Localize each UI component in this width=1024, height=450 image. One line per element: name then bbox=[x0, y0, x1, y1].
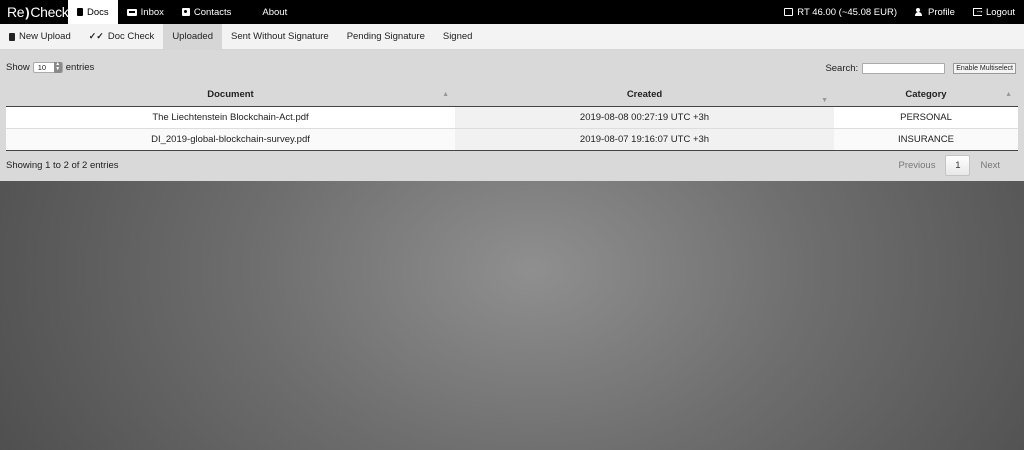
cell-created: 2019-08-08 00:27:19 UTC +3h bbox=[455, 107, 834, 128]
table-row[interactable]: The Liechtenstein Blockchain-Act.pdf 201… bbox=[6, 107, 1018, 129]
cell-document[interactable]: The Liechtenstein Blockchain-Act.pdf bbox=[6, 107, 455, 128]
entries-label: entries bbox=[65, 62, 95, 73]
column-label: Created bbox=[626, 89, 663, 100]
tab-label: Doc Check bbox=[107, 31, 155, 42]
nav-profile[interactable]: Profile bbox=[906, 0, 964, 24]
documents-panel: Show 10 ▲ ▼ entries Search: Enable Multis… bbox=[0, 50, 1024, 181]
previous-page-button[interactable]: Previous bbox=[888, 160, 945, 171]
logout-label: Logout bbox=[985, 6, 1015, 18]
tab-doc-check[interactable]: ✓✓ Doc Check bbox=[80, 24, 164, 49]
nav-contacts[interactable]: Contacts bbox=[173, 0, 241, 24]
cell-category: PERSONAL bbox=[834, 107, 1018, 128]
enable-multiselect-button[interactable]: Enable Multiselect bbox=[953, 63, 1016, 74]
tab-label: Signed bbox=[442, 31, 473, 42]
cell-created: 2019-08-07 19:16:07 UTC +3h bbox=[455, 129, 834, 150]
nav-inbox-label: Inbox bbox=[140, 6, 164, 18]
nav-docs-label: Docs bbox=[87, 6, 109, 18]
info-icon: i bbox=[249, 7, 259, 17]
sort-both-icon: ▲ bbox=[442, 91, 449, 98]
document-icon bbox=[9, 32, 15, 41]
contacts-icon bbox=[181, 8, 190, 16]
column-header-document[interactable]: Document ▲ bbox=[6, 83, 455, 106]
search-control: Search: Enable Multiselect bbox=[825, 63, 1016, 74]
cell-document[interactable]: DI_2019-global-blockchain-survey.pdf bbox=[6, 129, 455, 150]
balance-label: RT 46.00 (~45.08 EUR) bbox=[797, 6, 897, 18]
double-check-icon: ✓✓ bbox=[88, 31, 104, 41]
tab-label: Pending Signature bbox=[346, 31, 425, 42]
document-icon bbox=[77, 8, 83, 16]
page-number-button[interactable]: 1 bbox=[945, 155, 971, 176]
top-navbar: Re) Check Docs Inbox Contacts i About RT … bbox=[0, 0, 1024, 24]
search-input[interactable] bbox=[862, 63, 946, 74]
column-label: Document bbox=[207, 89, 254, 100]
nav-inbox[interactable]: Inbox bbox=[118, 0, 173, 24]
table-row[interactable]: DI_2019-global-blockchain-survey.pdf 201… bbox=[6, 129, 1018, 151]
page-length-value: 10 bbox=[37, 63, 47, 72]
logout-icon bbox=[972, 5, 984, 16]
tab-uploaded[interactable]: Uploaded bbox=[163, 24, 222, 49]
column-header-created[interactable]: Created ▼ bbox=[455, 83, 834, 106]
pagination: Previous 1 Next bbox=[888, 155, 1010, 176]
next-page-button[interactable]: Next bbox=[970, 160, 1010, 171]
column-label: Category bbox=[905, 89, 947, 100]
search-label: Search: bbox=[825, 63, 859, 74]
cell-category: INSURANCE bbox=[834, 129, 1018, 150]
nav-about[interactable]: i About bbox=[240, 0, 296, 24]
inbox-icon bbox=[126, 8, 137, 16]
tab-label: Uploaded bbox=[172, 31, 213, 42]
sort-both-icon: ▲ bbox=[1005, 91, 1012, 98]
page-length-control: Show 10 ▲ ▼ entries bbox=[6, 62, 94, 73]
table-header: Document ▲ Created ▼ Category ▲ bbox=[6, 83, 1018, 107]
nav-right-group: RT 46.00 (~45.08 EUR) Profile Logout bbox=[775, 0, 1024, 24]
profile-icon bbox=[915, 8, 924, 16]
docs-tabs: New Upload ✓✓ Doc Check Uploaded Sent Wi… bbox=[0, 24, 1024, 50]
logo-mark: ) bbox=[25, 4, 30, 20]
recheck-logo[interactable]: Re) Check bbox=[0, 0, 69, 24]
logo-text-left: Re bbox=[7, 4, 25, 20]
wallet-icon bbox=[784, 8, 794, 16]
tab-label: Sent Without Signature bbox=[230, 31, 329, 42]
tab-sent-without-signature[interactable]: Sent Without Signature bbox=[222, 24, 338, 49]
tab-pending-signature[interactable]: Pending Signature bbox=[338, 24, 434, 49]
sort-desc-icon: ▼ bbox=[821, 97, 828, 104]
table-info: Showing 1 to 2 of 2 entries bbox=[6, 160, 119, 171]
nav-logout[interactable]: Logout bbox=[964, 0, 1024, 24]
nav-docs[interactable]: Docs bbox=[68, 0, 118, 24]
tab-new-upload[interactable]: New Upload bbox=[0, 24, 80, 49]
show-label: Show bbox=[6, 62, 30, 73]
nav-contacts-label: Contacts bbox=[193, 6, 232, 18]
column-header-category[interactable]: Category ▲ bbox=[834, 83, 1018, 106]
profile-label: Profile bbox=[928, 6, 955, 18]
wallet-balance[interactable]: RT 46.00 (~45.08 EUR) bbox=[775, 0, 906, 24]
nav-about-label: About bbox=[262, 6, 288, 18]
tab-label: New Upload bbox=[19, 31, 71, 42]
page-length-select[interactable]: 10 ▲ ▼ bbox=[32, 61, 63, 73]
select-arrows-icon: ▲ ▼ bbox=[53, 61, 62, 73]
logo-text-right: Check bbox=[30, 4, 69, 20]
documents-table: Document ▲ Created ▼ Category ▲ The Liec… bbox=[6, 83, 1018, 151]
tab-signed[interactable]: Signed bbox=[434, 24, 482, 49]
